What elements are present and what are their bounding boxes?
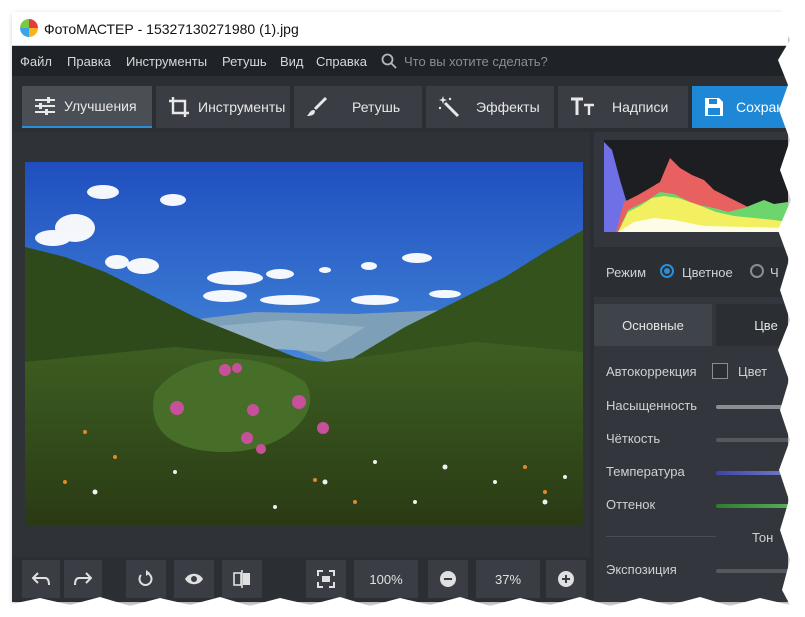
menu-view[interactable]: Вид	[280, 54, 304, 69]
text-icon	[571, 97, 594, 115]
tone-section-label: Тон	[752, 530, 774, 545]
reset-button[interactable]	[126, 560, 166, 598]
zoom-100-button[interactable]: 100%	[354, 560, 418, 598]
zoom-level[interactable]: 37%	[476, 560, 540, 598]
exposure-slider[interactable]	[716, 569, 788, 573]
bottom-toolbar: 100% 37%	[12, 557, 590, 602]
compare-button[interactable]	[222, 560, 262, 598]
color-checkbox[interactable]	[712, 363, 728, 379]
autocorrection-label: Автокоррекция	[606, 364, 697, 379]
histogram-graph	[604, 142, 788, 232]
title-bar: ФотоМАСТЕР - 15327130271980 (1).jpg	[12, 12, 788, 46]
app-window: ФотоМАСТЕР - 15327130271980 (1).jpg Файл…	[12, 12, 788, 602]
menu-retouch[interactable]: Ретушь	[222, 54, 267, 69]
tint-slider[interactable]	[716, 504, 788, 508]
canvas-area	[12, 132, 590, 557]
menu-bar: Файл Правка Инструменты Ретушь Вид Справ…	[12, 46, 788, 76]
preview-button[interactable]	[174, 560, 214, 598]
tab-retouch[interactable]: Ретушь	[294, 86, 422, 128]
mode-label: Режим	[606, 265, 647, 280]
mode-color-radio[interactable]	[660, 264, 674, 278]
search-icon[interactable]	[381, 53, 397, 69]
zoom-out-button[interactable]	[428, 560, 468, 598]
window-title: ФотоМАСТЕР - 15327130271980 (1).jpg	[44, 21, 299, 37]
fit-screen-icon	[317, 570, 335, 588]
fit-screen-button[interactable]	[306, 560, 346, 598]
save-icon	[705, 98, 723, 116]
redo-button[interactable]	[64, 560, 102, 598]
sliders-icon	[35, 97, 55, 115]
app-logo-icon	[20, 19, 38, 37]
landscape-photo	[25, 162, 583, 525]
saturation-label: Насыщенность	[606, 398, 698, 413]
saturation-slider[interactable]	[716, 405, 788, 409]
redo-icon	[74, 572, 92, 586]
histogram	[604, 140, 788, 232]
zoom-in-button[interactable]	[546, 560, 586, 598]
rotate-reset-icon	[138, 570, 153, 586]
subtab-basic[interactable]: Основные	[594, 304, 712, 346]
undo-button[interactable]	[22, 560, 60, 598]
tab-captions[interactable]: Надписи	[558, 86, 688, 128]
temperature-slider[interactable]	[716, 471, 788, 475]
subtab-color[interactable]: Цве	[716, 304, 788, 346]
menu-help[interactable]: Справка	[316, 54, 367, 69]
tab-captions-label: Надписи	[612, 99, 669, 115]
compare-icon	[233, 570, 250, 588]
color-checkbox-label: Цвет	[738, 364, 768, 379]
brush-icon	[307, 96, 328, 116]
tab-retouch-label: Ретушь	[352, 99, 401, 115]
menu-edit[interactable]: Правка	[67, 54, 111, 69]
tab-tools[interactable]: Инструменты	[156, 86, 290, 128]
tab-enhancements-label: Улучшения	[64, 98, 137, 114]
menu-file[interactable]: Файл	[20, 54, 52, 69]
sharpness-label: Чёткость	[606, 431, 661, 446]
temperature-label: Температура	[606, 464, 685, 479]
tab-effects-label: Эффекты	[476, 99, 540, 115]
tab-enhancements[interactable]: Улучшения	[22, 86, 152, 128]
mode-color-label: Цветное	[682, 265, 733, 280]
panel-subtabs: Основные Цве	[594, 304, 788, 346]
adjustments-panel: Режим Цветное Ч Основные Цве Автокоррекц…	[594, 132, 788, 602]
mode-row: Режим Цветное Ч	[594, 247, 788, 297]
photo-preview[interactable]	[25, 162, 583, 525]
save-button-label: Сохран	[736, 99, 785, 115]
save-button[interactable]: Сохран	[692, 86, 788, 128]
sharpness-slider[interactable]	[716, 438, 788, 442]
zoom-out-icon	[440, 571, 456, 587]
mode-bw-label: Ч	[770, 265, 779, 280]
tint-label: Оттенок	[606, 497, 656, 512]
menu-tools[interactable]: Инструменты	[126, 54, 207, 69]
mode-bw-radio[interactable]	[750, 264, 764, 278]
exposure-label: Экспозиция	[606, 562, 677, 577]
zoom-in-icon	[558, 571, 574, 587]
search-input[interactable]: Что вы хотите сделать?	[404, 54, 548, 69]
tab-effects[interactable]: Эффекты	[426, 86, 554, 128]
tab-tools-label: Инструменты	[198, 99, 286, 115]
crop-icon	[169, 97, 189, 117]
tone-divider	[606, 536, 716, 537]
main-tab-bar: Улучшения Инструменты Ретушь Эффекты Над…	[12, 76, 788, 132]
eye-icon	[185, 573, 203, 585]
magic-wand-icon	[438, 96, 460, 118]
undo-icon	[32, 572, 50, 586]
